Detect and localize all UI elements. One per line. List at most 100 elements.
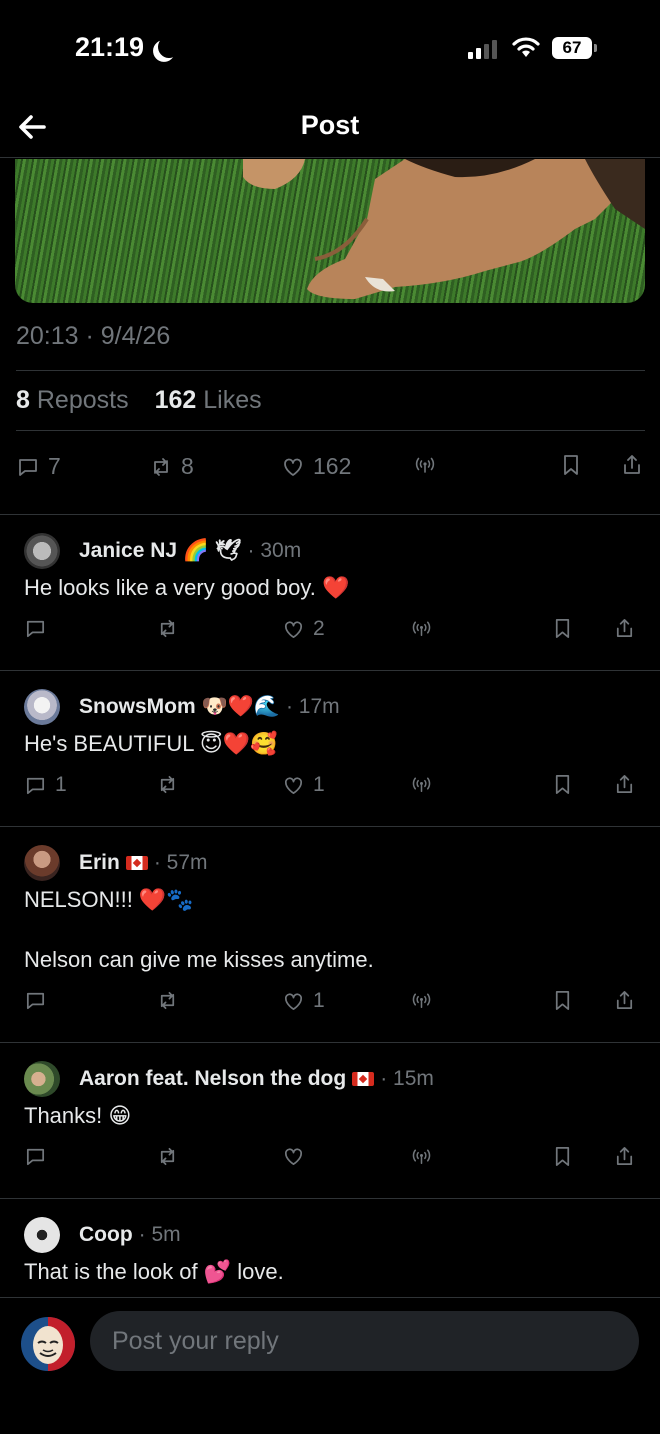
reply-author[interactable]: Erin — [79, 851, 120, 875]
like-button[interactable]: 162 — [281, 453, 351, 480]
avatar[interactable] — [24, 1061, 60, 1097]
reply-button[interactable]: 1 — [24, 773, 67, 797]
repost-button[interactable] — [156, 617, 179, 640]
views-icon — [410, 617, 433, 640]
reply-button[interactable] — [24, 989, 55, 1012]
share-button[interactable] — [613, 989, 636, 1012]
post-image[interactable] — [15, 159, 645, 303]
views-button[interactable] — [413, 453, 437, 477]
reply-icon — [24, 989, 47, 1012]
post-action-bar: 7 8 162 — [16, 453, 646, 489]
like-icon — [282, 774, 305, 797]
share-icon — [620, 453, 644, 477]
reply-item[interactable]: Aaron feat. Nelson the dog · 15m Thanks!… — [0, 1043, 660, 1198]
like-icon — [282, 1145, 305, 1168]
reply-button[interactable] — [24, 1145, 55, 1168]
bookmark-icon — [551, 617, 574, 640]
bookmark-icon — [551, 773, 574, 796]
share-button[interactable] — [620, 453, 644, 477]
reply-actions: 2 — [24, 617, 644, 645]
share-button[interactable] — [613, 617, 636, 640]
user-avatar[interactable] — [21, 1317, 75, 1371]
share-button[interactable] — [613, 1145, 636, 1168]
reply-header: Janice NJ 🌈 🕊 · 30m — [79, 539, 301, 563]
status-bar: 21:19 67 — [0, 0, 660, 96]
moon-icon — [155, 32, 183, 60]
like-icon — [282, 990, 305, 1013]
repost-button[interactable] — [156, 1145, 179, 1168]
share-icon — [613, 617, 636, 640]
likes-stat[interactable]: 162 Likes — [155, 386, 262, 415]
like-button[interactable]: 1 — [282, 773, 325, 797]
bookmark-button[interactable] — [551, 989, 574, 1012]
like-button[interactable]: 1 — [282, 989, 325, 1013]
reply-input[interactable]: Post your reply — [90, 1311, 639, 1371]
reply-icon — [24, 1145, 47, 1168]
canada-flag-icon — [352, 1072, 375, 1086]
reposts-count: 8 — [16, 386, 30, 414]
repost-button[interactable] — [156, 989, 179, 1012]
bookmark-icon — [551, 989, 574, 1012]
bookmark-button[interactable] — [559, 453, 583, 477]
reply-composer: Post your reply — [0, 1297, 660, 1434]
reply-count: 7 — [48, 453, 61, 479]
views-icon — [413, 453, 437, 477]
wifi-icon — [512, 37, 540, 57]
reply-author[interactable]: Aaron feat. Nelson the dog — [79, 1067, 346, 1091]
bookmark-button[interactable] — [551, 1145, 574, 1168]
reply-time: · 17m — [285, 695, 340, 718]
reply-icon — [24, 617, 47, 640]
reposts-stat[interactable]: 8 Reposts — [16, 386, 129, 415]
bookmark-button[interactable] — [551, 773, 574, 796]
like-icon — [282, 618, 305, 641]
reply-item[interactable]: Erin · 57m NELSON!!! ❤️🐾 Nelson can give… — [0, 827, 660, 1042]
views-button[interactable] — [410, 773, 433, 796]
views-icon — [410, 1145, 433, 1168]
bookmark-button[interactable] — [551, 617, 574, 640]
avatar[interactable] — [24, 689, 60, 725]
views-icon — [410, 773, 433, 796]
repost-button[interactable] — [156, 773, 179, 796]
views-button[interactable] — [410, 617, 433, 640]
reply-header: Aaron feat. Nelson the dog · 15m — [79, 1067, 434, 1091]
repost-count: 8 — [181, 453, 194, 479]
divider — [16, 430, 645, 431]
reply-item[interactable]: SnowsMom 🐶❤️🌊 · 17m He's BEAUTIFUL 😇❤️🥰 … — [0, 671, 660, 826]
reply-time: · 30m — [247, 539, 302, 562]
reply-author[interactable]: Coop — [79, 1223, 133, 1247]
repost-icon — [156, 1145, 179, 1168]
avatar[interactable] — [24, 1217, 60, 1253]
repost-icon — [156, 617, 179, 640]
repost-icon — [149, 455, 173, 479]
like-count: 162 — [313, 453, 352, 479]
divider — [16, 370, 645, 371]
repost-button[interactable]: 8 — [149, 453, 194, 480]
battery-level: 67 — [562, 38, 582, 57]
reply-text: Thanks! 😁 — [24, 1103, 132, 1128]
share-icon — [613, 989, 636, 1012]
reply-button[interactable] — [24, 617, 55, 640]
reply-text: NELSON!!! ❤️🐾 Nelson can give me kisses … — [24, 887, 374, 972]
bookmark-icon — [559, 453, 583, 477]
reply-button[interactable]: 7 — [16, 453, 61, 480]
reply-icon — [24, 774, 47, 797]
reply-item[interactable]: Coop · 5m That is the look of 💕 love. — [0, 1199, 660, 1297]
reply-time: · 57m — [153, 851, 208, 874]
like-button[interactable]: 2 — [282, 617, 325, 641]
views-button[interactable] — [410, 1145, 433, 1168]
like-button[interactable] — [282, 1145, 313, 1168]
share-button[interactable] — [613, 773, 636, 796]
reply-time: · 15m — [380, 1067, 434, 1090]
post-stats: 8 Reposts 162 Likes — [16, 386, 262, 415]
reply-author[interactable]: SnowsMom 🐶❤️🌊 — [79, 695, 280, 719]
views-button[interactable] — [410, 989, 433, 1012]
avatar[interactable] — [24, 845, 60, 881]
avatar[interactable] — [24, 533, 60, 569]
status-time: 21:19 — [75, 32, 172, 63]
like-icon — [281, 455, 305, 479]
canada-flag-icon — [125, 856, 148, 870]
reply-author[interactable]: Janice NJ 🌈 🕊 — [79, 539, 242, 563]
mask-avatar-icon — [21, 1317, 75, 1371]
dog-photo — [243, 159, 645, 299]
reply-item[interactable]: Janice NJ 🌈 🕊 · 30m He looks like a very… — [0, 515, 660, 670]
